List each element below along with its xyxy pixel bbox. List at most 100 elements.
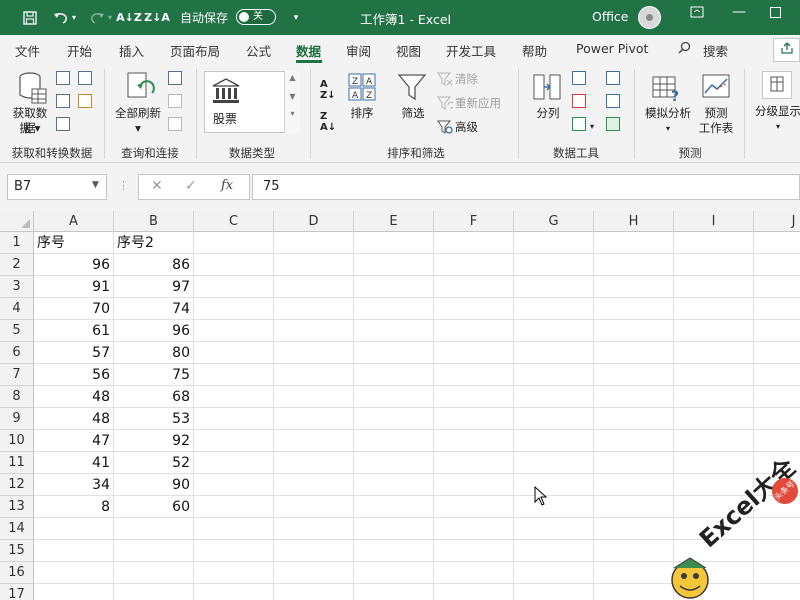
cell-h15[interactable] <box>594 540 674 562</box>
column-header-c[interactable]: C <box>194 211 274 232</box>
formula-bar-grip-icon[interactable]: ⋮ <box>118 179 129 192</box>
cell-g14[interactable] <box>514 518 594 540</box>
cell-e1[interactable] <box>354 232 434 254</box>
cancel-icon[interactable]: ✕ <box>151 178 163 194</box>
cell-d10[interactable] <box>274 430 354 452</box>
clear-label[interactable]: 清除 <box>455 72 478 87</box>
gallery-up-icon[interactable]: ▲ <box>285 73 300 82</box>
select-all-button[interactable] <box>0 211 34 232</box>
cell-h9[interactable] <box>594 408 674 430</box>
refresh-all-label[interactable]: 全部刷新 <box>110 106 166 121</box>
row-header-13[interactable]: 13 <box>0 496 34 518</box>
search-label[interactable]: 搜索 <box>703 41 728 60</box>
data-validation-icon[interactable] <box>572 117 586 131</box>
cell-h7[interactable] <box>594 364 674 386</box>
cell-g4[interactable] <box>514 298 594 320</box>
cell-g7[interactable] <box>514 364 594 386</box>
cell-b17[interactable] <box>114 584 194 600</box>
cell-g9[interactable] <box>514 408 594 430</box>
tab-view[interactable]: 视图 <box>396 41 421 60</box>
tab-insert[interactable]: 插入 <box>119 41 144 60</box>
cell-i9[interactable] <box>674 408 754 430</box>
cell-f1[interactable] <box>434 232 514 254</box>
cell-d6[interactable] <box>274 342 354 364</box>
undo-dropdown-icon[interactable]: ▾ <box>70 0 78 35</box>
cell-a11[interactable]: 41 <box>34 452 114 474</box>
cell-b14[interactable] <box>114 518 194 540</box>
cell-d12[interactable] <box>274 474 354 496</box>
data-model-icon[interactable] <box>606 117 620 131</box>
save-icon[interactable] <box>17 0 43 35</box>
cell-d11[interactable] <box>274 452 354 474</box>
cell-j4[interactable] <box>754 298 800 320</box>
cell-f10[interactable] <box>434 430 514 452</box>
cell-e10[interactable] <box>354 430 434 452</box>
cell-d17[interactable] <box>274 584 354 600</box>
cell-i3[interactable] <box>674 276 754 298</box>
row-header-1[interactable]: 1 <box>0 232 34 254</box>
cell-c3[interactable] <box>194 276 274 298</box>
cell-i7[interactable] <box>674 364 754 386</box>
cell-h11[interactable] <box>594 452 674 474</box>
cell-b8[interactable]: 68 <box>114 386 194 408</box>
cell-j9[interactable] <box>754 408 800 430</box>
cell-a10[interactable]: 47 <box>34 430 114 452</box>
cell-c12[interactable] <box>194 474 274 496</box>
cell-g15[interactable] <box>514 540 594 562</box>
cell-g5[interactable] <box>514 320 594 342</box>
sort-label[interactable]: 排序 <box>344 106 380 121</box>
row-header-15[interactable]: 15 <box>0 540 34 562</box>
sort-za-icon[interactable]: Z A↓ <box>320 111 336 133</box>
cell-e4[interactable] <box>354 298 434 320</box>
filter-label[interactable]: 筛选 <box>394 106 432 121</box>
row-header-14[interactable]: 14 <box>0 518 34 540</box>
cell-h1[interactable] <box>594 232 674 254</box>
cell-h14[interactable] <box>594 518 674 540</box>
cell-g11[interactable] <box>514 452 594 474</box>
cell-b5[interactable]: 96 <box>114 320 194 342</box>
cell-a7[interactable]: 56 <box>34 364 114 386</box>
cell-j7[interactable] <box>754 364 800 386</box>
cell-j6[interactable] <box>754 342 800 364</box>
existing-connections-icon[interactable] <box>78 94 92 108</box>
cell-c11[interactable] <box>194 452 274 474</box>
forecast-sheet-icon[interactable] <box>702 73 732 106</box>
cell-h16[interactable] <box>594 562 674 584</box>
row-header-12[interactable]: 12 <box>0 474 34 496</box>
cell-b11[interactable]: 52 <box>114 452 194 474</box>
cell-f12[interactable] <box>434 474 514 496</box>
reapply-label[interactable]: 重新应用 <box>455 96 501 111</box>
clear-filter-icon[interactable] <box>437 72 453 89</box>
cell-c1[interactable] <box>194 232 274 254</box>
cell-a8[interactable]: 48 <box>34 386 114 408</box>
tab-data[interactable]: 数据 <box>296 41 321 60</box>
sort-ascending-icon[interactable]: A↓Z <box>116 0 142 35</box>
cell-i6[interactable] <box>674 342 754 364</box>
cell-b10[interactable]: 92 <box>114 430 194 452</box>
cell-a2[interactable]: 96 <box>34 254 114 276</box>
minimize-icon[interactable]: — <box>732 4 746 20</box>
cell-i4[interactable] <box>674 298 754 320</box>
cell-g3[interactable] <box>514 276 594 298</box>
text-to-columns-label[interactable]: 分列 <box>528 106 568 121</box>
cell-g17[interactable] <box>514 584 594 600</box>
formula-input[interactable]: 75 <box>252 174 800 200</box>
cell-d15[interactable] <box>274 540 354 562</box>
cell-c10[interactable] <box>194 430 274 452</box>
cell-a4[interactable]: 70 <box>34 298 114 320</box>
cell-i2[interactable] <box>674 254 754 276</box>
cell-h3[interactable] <box>594 276 674 298</box>
cell-f6[interactable] <box>434 342 514 364</box>
row-header-3[interactable]: 3 <box>0 276 34 298</box>
column-header-i[interactable]: I <box>674 211 754 232</box>
cell-h13[interactable] <box>594 496 674 518</box>
cell-b13[interactable]: 60 <box>114 496 194 518</box>
cell-j1[interactable] <box>754 232 800 254</box>
cell-d1[interactable] <box>274 232 354 254</box>
cell-c9[interactable] <box>194 408 274 430</box>
text-to-columns-icon[interactable] <box>532 73 562 106</box>
outline-icon[interactable] <box>762 71 792 99</box>
refresh-all-icon[interactable] <box>126 71 156 106</box>
column-header-e[interactable]: E <box>354 211 434 232</box>
column-header-j[interactable]: J <box>754 211 800 232</box>
